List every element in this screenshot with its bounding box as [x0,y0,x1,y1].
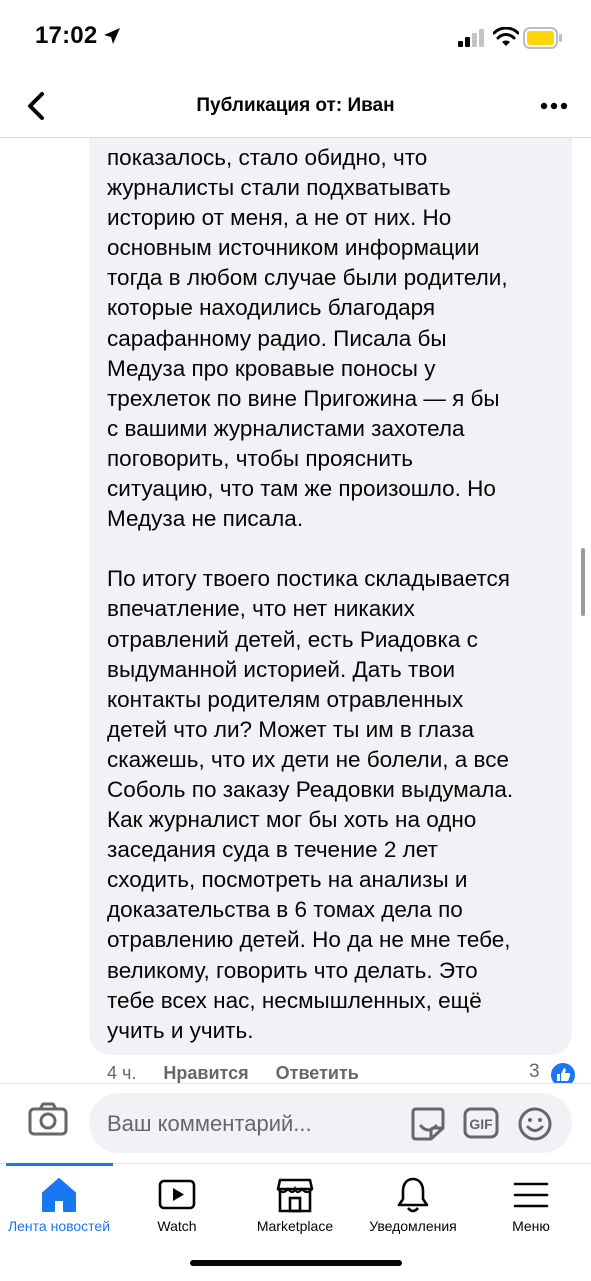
emoji-icon[interactable] [517,1106,553,1142]
wifi-icon [493,27,519,46]
bell-icon [397,1177,429,1213]
gif-label: GIF [469,1116,493,1132]
status-bar: 17:02 [0,0,591,75]
tab-label: Marketplace [256,1218,334,1234]
comment-text: показалось, стало обидно, что журналисты… [107,145,514,1043]
marketplace-icon [276,1178,314,1213]
tab-marketplace[interactable]: Marketplace [236,1176,354,1234]
comment-composer: Ваш комментарий... GIF [0,1083,591,1164]
reply-button[interactable]: Ответить [276,1063,359,1083]
comment-actions: 4 ч. Нравится Ответить [107,1063,381,1084]
tab-label: Меню [512,1218,550,1234]
status-time: 17:02 [35,22,98,49]
watch-icon [158,1179,196,1210]
tab-label: Лента новостей [7,1218,111,1234]
scrollbar[interactable] [581,548,585,616]
comment-input-placeholder: Ваш комментарий... [107,1111,312,1136]
comment-time: 4 ч. [107,1063,137,1083]
page-title: Публикация от: Иван [196,95,395,116]
cellular-signal-icon [458,29,484,47]
location-arrow-icon [104,28,120,44]
tab-label: Watch [157,1218,197,1234]
tab-watch[interactable]: Watch [118,1176,236,1234]
more-options-icon[interactable] [540,102,568,110]
tab-news-feed[interactable]: Лента новостей [0,1176,118,1234]
battery-icon [523,27,562,49]
home-icon [42,1178,76,1212]
menu-icon [513,1182,549,1208]
tab-menu[interactable]: Меню [472,1176,590,1234]
camera-icon[interactable] [28,1102,68,1136]
like-button[interactable]: Нравится [163,1063,248,1083]
post-header: Публикация от: Иван [0,75,591,138]
tab-label: Уведомления [369,1218,457,1234]
reaction-count[interactable]: 3 [529,1061,540,1083]
tab-notifications[interactable]: Уведомления [354,1176,472,1234]
home-indicator[interactable] [190,1260,402,1266]
active-tab-indicator [6,1163,113,1166]
sticker-icon[interactable] [409,1106,447,1142]
gif-button[interactable]: GIF [463,1107,499,1144]
comment-input[interactable]: Ваш комментарий... GIF [89,1093,572,1153]
